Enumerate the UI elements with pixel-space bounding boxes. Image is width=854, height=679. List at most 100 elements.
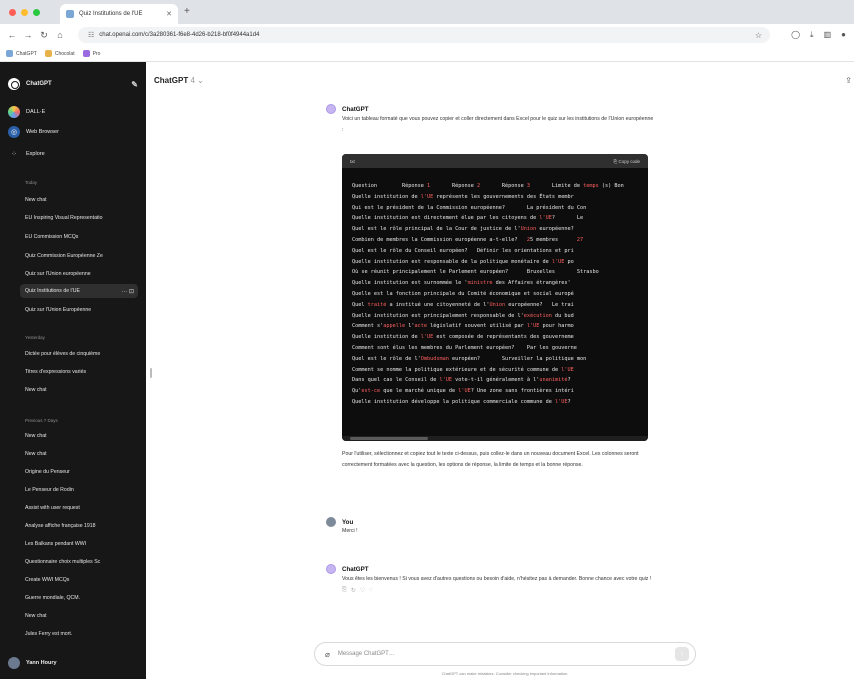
- message-input[interactable]: ⌀ Message ChatGPT… ↑: [314, 642, 696, 666]
- chat-history-item[interactable]: New chat: [20, 383, 138, 397]
- code-line: Quel est le rôle principal de la Cour de…: [352, 226, 574, 233]
- chat-history-item[interactable]: Assist with user request: [20, 501, 138, 515]
- site-info-icon[interactable]: ☷: [88, 31, 94, 39]
- chat-history-item[interactable]: Jules Ferry est mort.: [20, 627, 138, 641]
- message-text: Vous êtes les bienvenus ! Si vous avez d…: [342, 576, 652, 582]
- chat-item-label: Jules Ferry est mort.: [25, 631, 73, 637]
- code-line: Quelle institution est principalement re…: [352, 312, 574, 319]
- bookmark-item[interactable]: Chocolat: [44, 50, 75, 57]
- chat-item-label: New chat: [25, 197, 47, 203]
- edit-icon[interactable]: ◌: [369, 587, 373, 594]
- chat-item-label: New chat: [25, 451, 47, 457]
- code-line: Qui est le président de la Commission eu…: [352, 204, 587, 211]
- user-menu[interactable]: Yann Houry: [8, 654, 138, 672]
- chat-item-label: Titres d'expressions variés: [25, 369, 87, 375]
- code-content[interactable]: Question Réponse 1 Réponse 2 Réponse 3 L…: [342, 168, 648, 408]
- code-line: Question Réponse 1 Réponse 2 Réponse 3 L…: [352, 183, 624, 189]
- disclaimer-text: ChatGPT can make mistakes. Consider chec…: [441, 671, 569, 676]
- code-line: Quel traité a institué une citoyenneté d…: [352, 301, 574, 308]
- assistant-message: ChatGPT Voici un tableau formaté que vou…: [326, 104, 656, 136]
- chat-history-item[interactable]: New chat: [20, 193, 138, 207]
- input-placeholder: Message ChatGPT…: [337, 651, 395, 657]
- user-name: Yann Houry: [26, 660, 57, 666]
- send-button[interactable]: ↑: [675, 647, 689, 661]
- profile-icon[interactable]: ●: [841, 30, 846, 40]
- message-text: Pour l'utiliser, sélectionnez et copiez …: [342, 451, 639, 468]
- chat-history-item[interactable]: Create WWI MCQs: [20, 573, 138, 587]
- chat-history-item[interactable]: Guerre mondiale, QCM.: [20, 591, 138, 605]
- copy-code-button[interactable]: ⎘ Copy code: [614, 159, 640, 164]
- chat-history-item[interactable]: EU Inspiring Visual Representatio: [20, 211, 138, 225]
- chat-history-item[interactable]: EU Commission MCQs: [20, 230, 138, 244]
- chat-item-label: Quiz sur l'Union Européenne: [25, 307, 92, 313]
- chat-history-item[interactable]: New chat: [20, 609, 138, 623]
- chat-item-label: Quiz Institutions de l'UE: [25, 288, 80, 294]
- new-tab-icon[interactable]: +: [184, 6, 190, 17]
- sidebar-item-explore[interactable]: ⁘ Explore: [8, 146, 138, 162]
- attach-paperclip-icon[interactable]: ⌀: [325, 650, 330, 659]
- code-line: Quelle institution est surnommée le 'min…: [352, 280, 571, 287]
- browser-tab[interactable]: Quiz Institutions de l'UE ✕: [60, 4, 178, 24]
- code-line: Comment se nomme la politique extérieure…: [352, 366, 574, 373]
- back-arrow-icon[interactable]: ←: [4, 30, 20, 40]
- copy-code-label: Copy code: [618, 158, 640, 164]
- window-controls: [9, 8, 40, 16]
- download-icon[interactable]: ⤓: [810, 30, 814, 40]
- browser-toolbar: ← → ↻ ⌂ ☷ chat.openai.com/c/3a280361-f6e…: [0, 24, 854, 46]
- chat-history-item[interactable]: Origine du Penseur: [20, 465, 138, 479]
- minimize-window-button[interactable]: [21, 8, 28, 16]
- bookmark-star-icon[interactable]: ☆: [755, 31, 762, 40]
- copy-icon[interactable]: ⎘: [342, 587, 347, 594]
- reload-icon[interactable]: ↻: [36, 30, 52, 41]
- code-line: Quelle institution de l'UE représente le…: [352, 193, 574, 200]
- regenerate-icon[interactable]: ↻: [351, 587, 356, 594]
- new-chat-edit-icon[interactable]: ✎: [131, 80, 138, 89]
- chat-history-item[interactable]: Questionnaire choix multiples Sc: [20, 555, 138, 569]
- chat-history-item-active[interactable]: Quiz Institutions de l'UE ··· ⊡: [20, 284, 138, 298]
- bookmark-item[interactable]: ChatGPT: [6, 50, 37, 57]
- chat-history-item[interactable]: Le Penseur de Rodin: [20, 483, 138, 497]
- section-heading: Previous 7 Days: [25, 418, 58, 423]
- chat-options-icon[interactable]: ··· ⊡: [121, 288, 134, 295]
- bookmark-favicon-icon: [6, 50, 13, 57]
- message-actions: ⎘ ↻ ♡ ◌: [342, 587, 656, 594]
- web-browser-icon: ◎: [8, 126, 20, 138]
- extension-icon[interactable]: ◯: [791, 30, 800, 40]
- address-bar[interactable]: ☷ chat.openai.com/c/3a280361-f6e8-4d26-b…: [78, 27, 770, 43]
- sidebar-resize-handle[interactable]: [150, 368, 152, 378]
- chat-item-label: New chat: [25, 613, 47, 619]
- sidebar-brand: ChatGPT: [26, 81, 52, 87]
- sidebar-new-chat[interactable]: ChatGPT ✎: [8, 76, 138, 92]
- maximize-window-button[interactable]: [33, 8, 40, 16]
- code-line: Quelle institution développe la politiqu…: [352, 398, 571, 405]
- close-window-button[interactable]: [9, 8, 16, 16]
- forward-arrow-icon[interactable]: →: [20, 30, 36, 40]
- chat-history-item[interactable]: Quiz sur l'Union européenne: [20, 267, 138, 281]
- user-avatar-icon: [326, 517, 336, 527]
- code-line: Quel est le rôle de l'Ombudsman européen…: [352, 355, 587, 362]
- home-icon[interactable]: ⌂: [52, 30, 68, 40]
- assistant-message: ChatGPT Vous êtes les bienvenus ! Si vou…: [326, 564, 656, 594]
- chat-history-item[interactable]: Les Balkans pendant WWI: [20, 537, 138, 551]
- chat-history-item[interactable]: New chat: [20, 429, 138, 443]
- code-line: Quelle institution est directement élue …: [352, 215, 584, 222]
- bookmark-item[interactable]: Pro: [82, 50, 100, 57]
- code-horizontal-scrollbar[interactable]: [342, 436, 648, 441]
- share-icon[interactable]: ⇪: [845, 76, 852, 85]
- model-selector[interactable]: ChatGPT 4 ⌄: [154, 76, 204, 85]
- sidebar-item-label: DALL·E: [26, 109, 46, 115]
- chat-history-item[interactable]: Quiz sur l'Union Européenne: [20, 303, 138, 317]
- chat-history-item[interactable]: Quiz Commission Européenne Ze: [20, 249, 138, 263]
- chat-history-item[interactable]: New chat: [20, 447, 138, 461]
- chat-item-label: EU Commission MCQs: [25, 234, 79, 240]
- tab-close-icon[interactable]: ✕: [166, 10, 172, 18]
- thumbs-down-icon[interactable]: ♡: [360, 587, 365, 594]
- chat-history-item[interactable]: Dictée pour élèves de cinquième: [20, 347, 138, 361]
- sidebar-item-web-browser[interactable]: ◎ Web Browser: [8, 124, 138, 140]
- sidepanel-icon[interactable]: ▥: [824, 30, 832, 40]
- chat-history-item[interactable]: Titres d'expressions variés: [20, 365, 138, 379]
- sidebar-item-dalle[interactable]: DALL·E: [8, 104, 138, 120]
- chat-history-item[interactable]: Analyse affiche française 1918: [20, 519, 138, 533]
- user-message: You Merci !: [326, 517, 656, 536]
- scrollbar-thumb[interactable]: [350, 437, 428, 440]
